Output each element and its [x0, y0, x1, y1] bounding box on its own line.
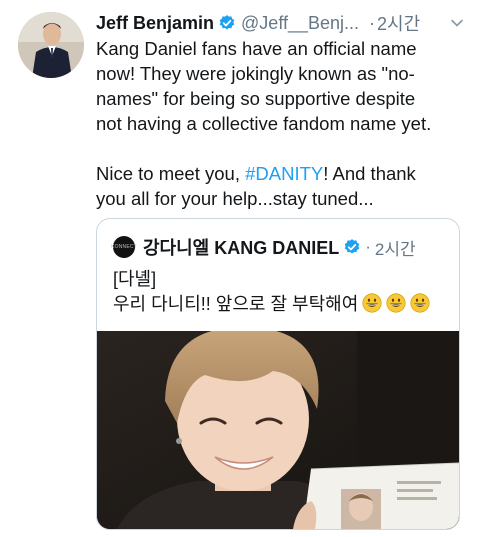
tweet-text-line: Nice to meet you, #DANITY! And thank [96, 161, 472, 186]
grinning-emoji-icon [386, 293, 406, 313]
quoted-text-line: [다녤] [113, 269, 157, 289]
quoted-tweet-header: KONNECT 강다니엘 KANG DANIEL · 2시간 [111, 235, 416, 259]
tweet-text-segment: ! And thank [323, 163, 416, 184]
tweet-timestamp[interactable]: 2시간 [377, 10, 420, 36]
tweet-text-line: not having a collective fandom name yet. [96, 113, 432, 134]
quoted-tweet-text: [다녤] 우리 다니티!! 앞으로 잘 부탁해여 [113, 267, 453, 317]
quoted-author-avatar: KONNECT [111, 236, 137, 258]
tweet-header: Jeff Benjamin @Jeff__Benj... · 2시간 [96, 12, 468, 34]
hashtag-link[interactable]: #DANITY [245, 163, 323, 184]
chevron-down-icon[interactable] [450, 16, 464, 30]
verified-badge-icon [219, 15, 235, 30]
author-name[interactable]: Jeff Benjamin [96, 13, 214, 34]
quoted-text-line: 우리 다니티!! 앞으로 잘 부탁해여 [113, 292, 453, 317]
tweet-text-line: names" for being so supportive despite [96, 88, 416, 109]
tweet-text-line: Kang Daniel fans have an official name [96, 38, 417, 59]
tweet-text-segment: Nice to meet you, [96, 163, 246, 184]
quoted-tweet-card[interactable]: KONNECT 강다니엘 KANG DANIEL · 2시간 [다녤] 우리 다… [96, 218, 460, 530]
author-avatar-image [18, 12, 84, 78]
tweet-text-line: you all for your help...stay tuned... [96, 188, 374, 209]
quoted-tweet-timestamp: 2시간 [374, 239, 416, 259]
separator-dot: · [369, 12, 376, 33]
quoted-tweet-photo[interactable] [97, 331, 459, 529]
grinning-emoji-icon [410, 293, 430, 313]
quoted-author-name: 강다니엘 KANG DANIEL [143, 238, 340, 258]
quoted-avatar-logo-text: KONNECT [111, 244, 137, 250]
grinning-emoji-icon [362, 293, 382, 313]
tweet-text: Kang Daniel fans have an official name n… [96, 36, 472, 211]
author-handle[interactable]: @Jeff__Benj... [241, 13, 359, 34]
separator-dot: · [365, 237, 371, 256]
quoted-text-segment: 우리 다니티!! 앞으로 잘 부탁해여 [113, 294, 359, 314]
tweet-text-line: now! They were jokingly known as "no- [96, 63, 415, 84]
verified-badge-icon [344, 239, 360, 254]
photo-image [97, 331, 459, 529]
author-avatar[interactable] [18, 12, 84, 78]
